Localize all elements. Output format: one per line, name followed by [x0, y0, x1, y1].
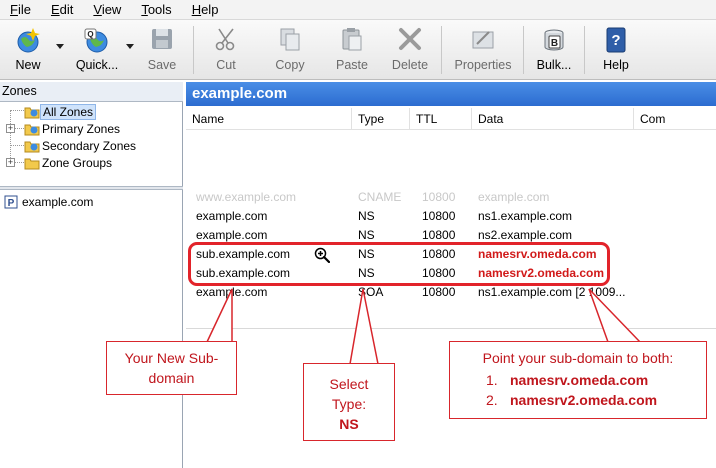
- toolbar-separator: [441, 26, 442, 74]
- toolbar: New Q Quick... Save Cut Copy Paste Delet…: [0, 20, 716, 80]
- copy-button[interactable]: Copy: [268, 22, 312, 78]
- tree-item-zone-groups[interactable]: Zone Groups: [24, 155, 114, 171]
- secondary-zones-icon: [24, 141, 40, 153]
- all-zones-icon: [24, 107, 40, 119]
- toolbar-separator: [523, 26, 524, 74]
- zone-title: example.com: [186, 82, 716, 106]
- new-dropdown-arrow-icon[interactable]: [56, 44, 64, 49]
- column-header-ttl[interactable]: TTL: [410, 108, 472, 130]
- menu-tools[interactable]: Tools: [131, 0, 181, 20]
- nameserver-list: 1. namesrv.omeda.com 2. namesrv2.omeda.com: [450, 370, 706, 410]
- bulk-button[interactable]: B Bulk...: [530, 22, 578, 78]
- callout-select-type: Select Type: NS: [303, 363, 395, 441]
- column-headers: Name Type TTL Data Com: [186, 108, 716, 130]
- svg-text:Q: Q: [87, 30, 93, 39]
- tree-item-all-zones[interactable]: All Zones: [24, 104, 97, 120]
- bulk-icon: B: [544, 29, 564, 51]
- column-header-name[interactable]: Name: [186, 108, 352, 130]
- svg-text:?: ?: [611, 32, 620, 49]
- paste-button[interactable]: Paste: [330, 22, 374, 78]
- tree-line: [14, 162, 24, 163]
- tree-line: [10, 145, 24, 146]
- properties-button[interactable]: Properties: [450, 22, 516, 78]
- save-icon: [152, 29, 172, 49]
- svg-text:B: B: [551, 38, 558, 49]
- new-globe-icon: [17, 28, 40, 53]
- table-row[interactable]: example.com NS 10800 ns1.example.com: [186, 207, 716, 226]
- menu-view[interactable]: View: [83, 0, 131, 20]
- menu-help[interactable]: Help: [182, 0, 229, 20]
- records-pane-bottom-border: [186, 328, 716, 329]
- delete-x-icon: [399, 28, 421, 50]
- list-item: 2. namesrv2.omeda.com: [486, 392, 658, 408]
- quick-icon: Q: [84, 28, 108, 53]
- column-header-data[interactable]: Data: [472, 108, 634, 130]
- copy-icon: [280, 28, 300, 51]
- folder-icon: [24, 158, 40, 170]
- tree-item-primary-zones[interactable]: Primary Zones: [24, 121, 122, 137]
- column-header-type[interactable]: Type: [352, 108, 410, 130]
- menu-edit[interactable]: Edit: [41, 0, 83, 20]
- save-button[interactable]: Save: [140, 22, 184, 78]
- scissors-icon: [215, 28, 235, 51]
- zones-tree: All Zones + Primary Zones Secondary Zone…: [0, 104, 183, 264]
- properties-icon: [472, 31, 494, 49]
- primary-zones-icon: [24, 124, 40, 136]
- expand-zone-groups-icon[interactable]: +: [6, 158, 15, 167]
- paste-icon: [342, 28, 362, 51]
- pane-splitter[interactable]: [0, 186, 183, 190]
- tree-line: [10, 110, 24, 111]
- list-item: 1. namesrv.omeda.com: [486, 372, 649, 388]
- menu-file[interactable]: File: [0, 0, 41, 20]
- toolbar-separator: [584, 26, 585, 74]
- zones-header: Zones: [0, 82, 183, 102]
- subdomain-highlight-box: [188, 242, 610, 286]
- help-icon: ?: [606, 27, 626, 53]
- expand-primary-zones-icon[interactable]: +: [6, 124, 15, 133]
- zones-pane: Zones All Zones + Primary Zones Secondar…: [0, 82, 183, 468]
- help-button[interactable]: ? Help: [594, 22, 638, 78]
- quick-button[interactable]: Q Quick...: [68, 22, 126, 78]
- menu-bar: File Edit View Tools Help: [0, 0, 716, 20]
- tree-line: [14, 128, 24, 129]
- tree-item-secondary-zones[interactable]: Secondary Zones: [24, 138, 138, 154]
- toolbar-separator: [193, 26, 194, 74]
- cut-button[interactable]: Cut: [206, 22, 246, 78]
- quick-dropdown-arrow-icon[interactable]: [126, 44, 134, 49]
- column-header-comment[interactable]: Com: [634, 108, 716, 130]
- callout-point-subdomain: Point your sub-domain to both: 1. namesrv…: [449, 341, 707, 419]
- delete-button[interactable]: Delete: [388, 22, 432, 78]
- callout-new-subdomain: Your New Sub- domain: [106, 341, 237, 395]
- svg-text:P: P: [8, 198, 15, 209]
- table-row[interactable]: www.example.com CNAME 10800 example.com: [186, 188, 716, 207]
- server-item[interactable]: P example.com: [4, 194, 93, 210]
- zone-file-icon: P: [4, 195, 18, 209]
- new-button[interactable]: New: [4, 22, 52, 78]
